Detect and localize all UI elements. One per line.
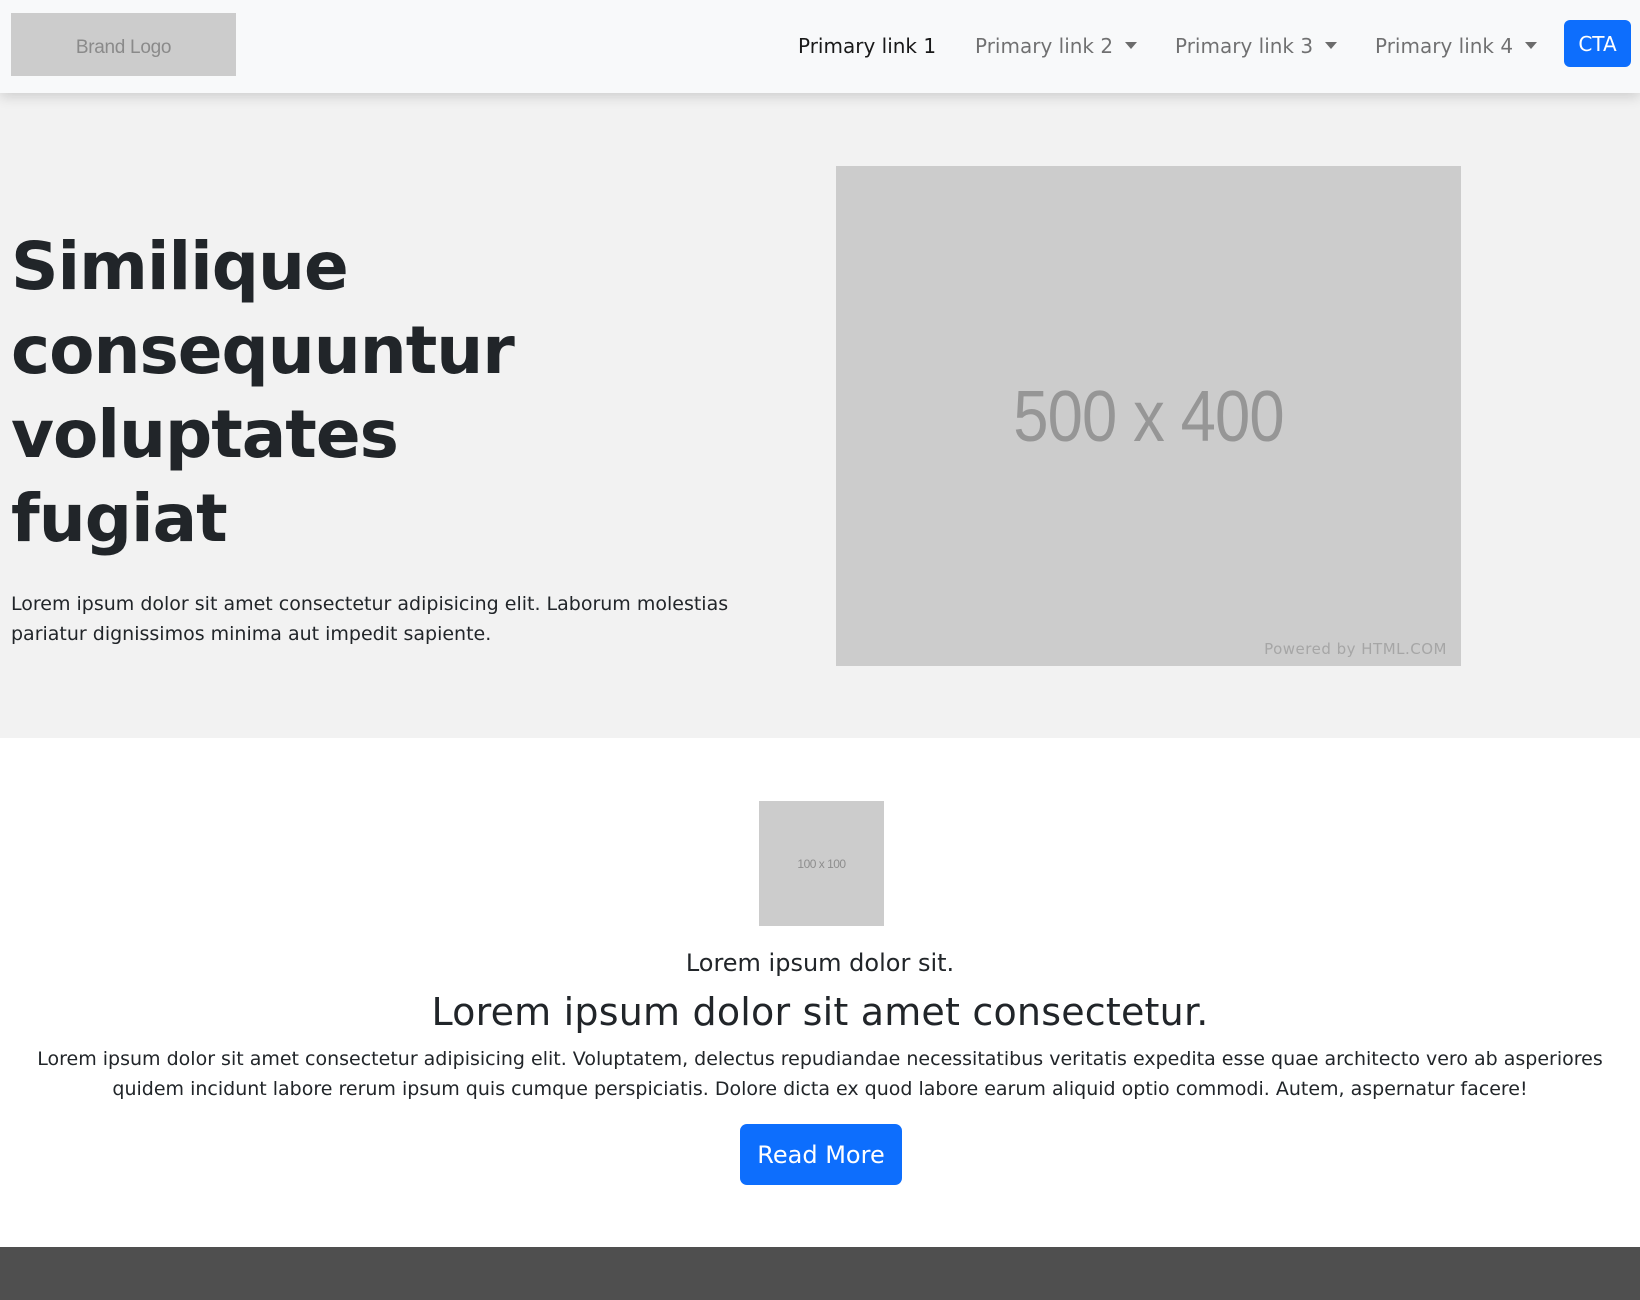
footer [0, 1247, 1640, 1300]
nav-link-label: Primary link 4 [1375, 34, 1514, 58]
nav-link-label: Primary link 2 [975, 34, 1114, 58]
nav-link-primary-4[interactable]: Primary link 4 [1375, 30, 1538, 62]
nav-link-label: Primary link 3 [1175, 34, 1314, 58]
brand-logo[interactable]: Brand Logo [11, 13, 236, 76]
read-more-button[interactable]: Read More [740, 1124, 902, 1185]
hero-title: Similique consequuntur voluptates fugiat [11, 228, 515, 557]
hero-image-placeholder: 500 x 400 Powered by HTML.COM [836, 166, 1461, 666]
feature-eyebrow: Lorem ipsum dolor sit. [685, 949, 955, 977]
nav-link-primary-1[interactable]: Primary link 1 [798, 30, 936, 62]
chevron-down-icon [1525, 41, 1538, 49]
hero-image-label: 500 x 400 [1013, 377, 1284, 457]
hero-image-credit: Powered by HTML.COM [1264, 640, 1447, 658]
navbar: Brand Logo Primary link 1 Primary link 2… [0, 0, 1640, 93]
hero-section: Similique consequuntur voluptates fugiat… [0, 93, 1640, 738]
feature-text: Lorem ipsum dolor sit amet consectetur a… [37, 1048, 1603, 1100]
feature-thumbnail-label: 100 x 100 [797, 856, 846, 871]
chevron-down-icon [1125, 41, 1138, 49]
nav-link-primary-2[interactable]: Primary link 2 [975, 30, 1138, 62]
hero-text: Lorem ipsum dolor sit amet consectetur a… [11, 593, 729, 645]
nav-link-primary-3[interactable]: Primary link 3 [1175, 30, 1338, 62]
feature-section: 100 x 100 Lorem ipsum dolor sit. Lorem i… [0, 738, 1640, 1247]
feature-heading: Lorem ipsum dolor sit amet consectetur. [431, 990, 1209, 1034]
chevron-down-icon [1325, 41, 1338, 49]
feature-thumbnail: 100 x 100 [759, 801, 884, 926]
nav-link-label: Primary link 1 [798, 34, 937, 58]
cta-button[interactable]: CTA [1564, 20, 1631, 67]
